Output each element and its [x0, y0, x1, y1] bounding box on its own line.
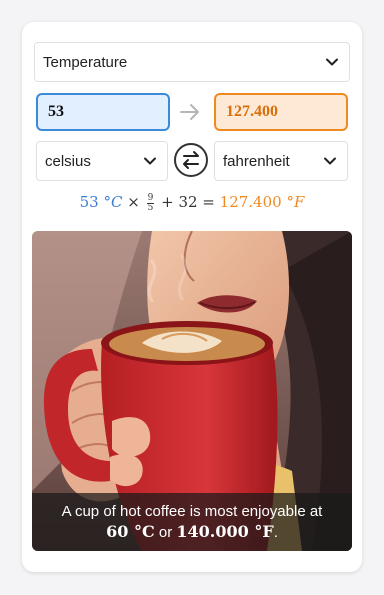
input-value-field[interactable]: 53 — [36, 93, 170, 131]
category-select-label: Temperature — [43, 53, 128, 71]
from-unit-select[interactable]: celsius — [36, 141, 168, 181]
converter-card: Temperature 53 127.400 celsius fahrenhei… — [22, 22, 362, 572]
input-value-text: 53 — [48, 103, 64, 120]
swap-icon — [183, 151, 199, 169]
conversion-formula: 53 °C × 9 5 + 32 = 127.400 °F — [22, 193, 362, 213]
from-unit-label: celsius — [45, 152, 91, 170]
formula-times: × — [127, 193, 140, 211]
to-unit-select[interactable]: fahrenheit — [214, 141, 348, 181]
formula-fraction: 9 5 — [146, 192, 155, 213]
formula-frac-numerator: 9 — [146, 192, 155, 204]
caption-line-1: A cup of hot coffee is most enjoyable at — [61, 503, 323, 520]
caption-line-2: 60 °C or 140.000 °F. — [32, 522, 352, 543]
formula-output-number: 127.400 — [219, 193, 282, 211]
caption-fahrenheit-value: 140.000 °F — [176, 522, 274, 541]
coffee-caption: A cup of hot coffee is most enjoyable at… — [32, 493, 352, 551]
formula-frac-denominator: 5 — [147, 202, 154, 213]
swap-button[interactable] — [174, 143, 208, 177]
caption-or: or — [158, 524, 173, 541]
arrow-right-icon — [180, 104, 199, 120]
formula-plus-term: + 32 = — [161, 193, 215, 211]
chevron-down-icon — [324, 157, 336, 165]
chevron-down-icon — [144, 157, 156, 165]
output-value-field[interactable]: 127.400 — [214, 93, 348, 131]
caption-period: . — [273, 524, 278, 541]
caption-celsius-value: 60 °C — [106, 522, 155, 541]
formula-input-unit: °C — [103, 193, 123, 211]
formula-output-unit: °F — [286, 193, 305, 211]
category-select[interactable]: Temperature — [34, 42, 350, 82]
formula-input-number: 53 — [79, 193, 99, 211]
chevron-down-icon — [326, 58, 338, 66]
to-unit-label: fahrenheit — [223, 152, 290, 170]
output-value-text: 127.400 — [226, 103, 278, 120]
coffee-illustration: A cup of hot coffee is most enjoyable at… — [32, 231, 352, 551]
